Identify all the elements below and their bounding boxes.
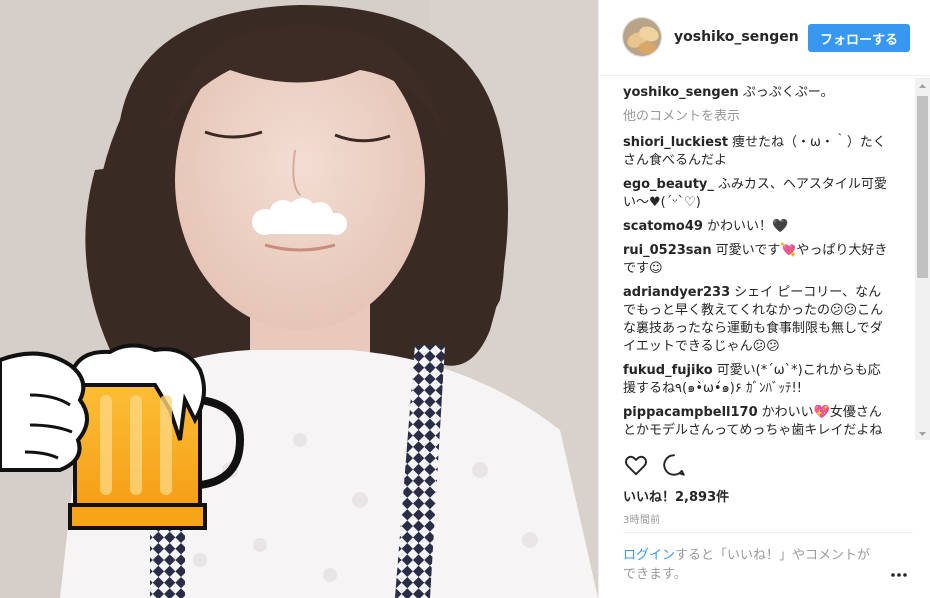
view-more-comments-link[interactable]: 他のコメントを表示 bbox=[623, 108, 889, 126]
comment-item: rui_0523san 可愛いです💘やっぱり大好きです☺ bbox=[623, 242, 889, 278]
post-actions bbox=[623, 452, 883, 482]
comment-username[interactable]: rui_0523san bbox=[623, 243, 712, 258]
comment-item: adriandyer233 シェイ ピーコリー、なんでもっと早く教えてくれなかった… bbox=[623, 284, 889, 356]
photo-illustration bbox=[0, 0, 598, 598]
comment-item: fukud_fujiko 可愛い(*´ω`*)これからも応援するね٩(๑•̀ω•́… bbox=[623, 362, 889, 398]
login-prompt: ログインすると「いいね！」やコメントができます。 bbox=[623, 546, 883, 584]
comment-username[interactable]: pippacampbell170 bbox=[623, 405, 758, 420]
comment-username[interactable]: fukud_fujiko bbox=[623, 363, 713, 378]
scrollbar-thumb[interactable] bbox=[917, 96, 928, 278]
comment-username[interactable]: ego_beauty_ bbox=[623, 177, 714, 192]
divider bbox=[623, 532, 913, 533]
comment-item: scatomo49 かわいい！🖤 bbox=[623, 218, 889, 236]
comment-scrollbar[interactable] bbox=[915, 78, 930, 440]
scroll-down-arrow-icon[interactable] bbox=[915, 426, 930, 440]
comment-username[interactable]: shiori_luckiest bbox=[623, 135, 728, 150]
likes-count[interactable]: いいね！2,893件 bbox=[623, 486, 729, 505]
caption: yoshiko_sengen ぷっぷくぷー。 bbox=[623, 84, 889, 102]
avatar-image bbox=[623, 18, 661, 56]
avatar[interactable] bbox=[622, 17, 662, 57]
comment-text: かわいい！🖤 bbox=[706, 219, 789, 234]
post-photo[interactable] bbox=[0, 0, 598, 598]
comment-item: shiori_luckiest 痩せたね（・ω・｀）たくさん食べるんだよ bbox=[623, 134, 889, 170]
comment-username[interactable]: scatomo49 bbox=[623, 219, 703, 234]
comment-item: pippacampbell170 かわいい💖女優さんとかモデルさんってめっちゃ歯キ… bbox=[623, 404, 889, 440]
caption-text: ぷっぷくぷー。 bbox=[742, 85, 834, 100]
post-header: yoshiko_sengen フォローする bbox=[599, 0, 930, 76]
heart-icon[interactable] bbox=[623, 452, 651, 480]
comment-list: yoshiko_sengen ぷっぷくぷー。 他のコメントを表示 shiori_l… bbox=[623, 84, 889, 442]
header-username[interactable]: yoshiko_sengen bbox=[674, 29, 799, 45]
follow-button[interactable]: フォローする bbox=[808, 24, 910, 52]
caption-username[interactable]: yoshiko_sengen bbox=[623, 85, 739, 100]
post-timestamp[interactable]: 3時間前 bbox=[623, 511, 661, 526]
post-side-panel: yoshiko_sengen フォローする yoshiko_sengen ぷっぷく… bbox=[598, 0, 930, 598]
comment-username[interactable]: adriandyer233 bbox=[623, 285, 730, 300]
comment-item: ego_beauty_ ふみカス、ヘアスタイル可愛い〜♥(ˊᵕˋ♡) bbox=[623, 176, 889, 212]
more-dots-icon[interactable] bbox=[889, 566, 909, 578]
comment-bubble-icon[interactable] bbox=[661, 452, 689, 480]
login-link[interactable]: ログイン bbox=[623, 548, 675, 563]
scroll-up-arrow-icon[interactable] bbox=[915, 78, 930, 92]
